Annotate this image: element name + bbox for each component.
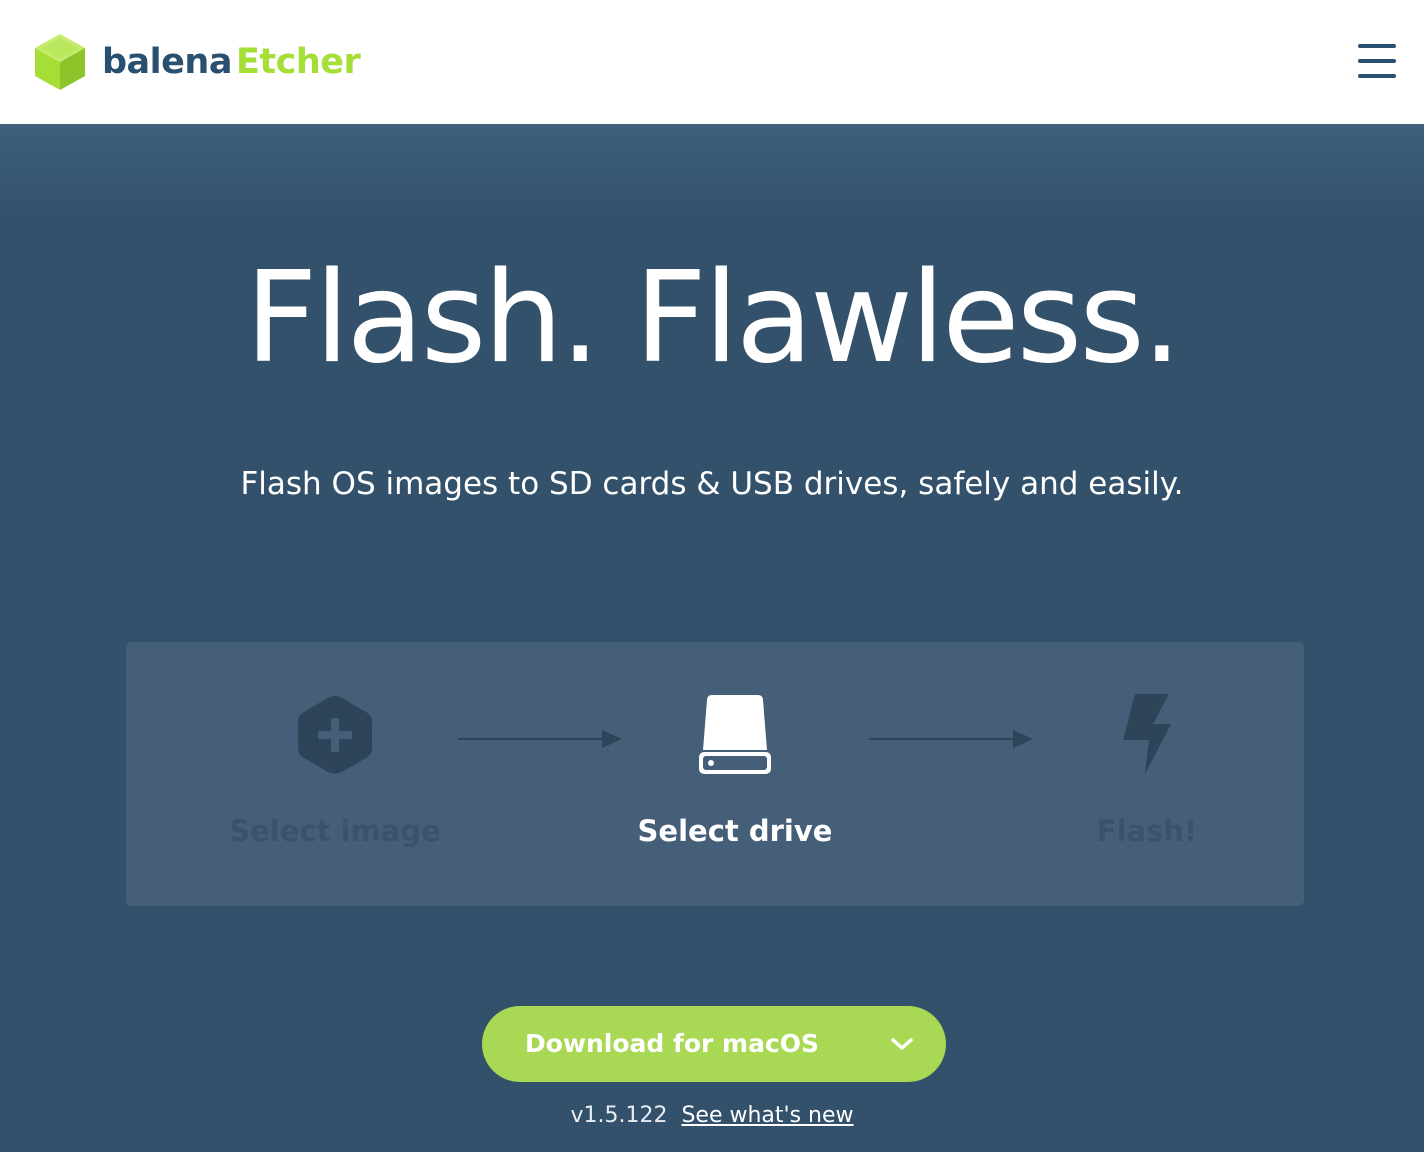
arrow-right-icon	[458, 730, 622, 748]
logo[interactable]: balena Etcher	[32, 32, 361, 92]
menu-line	[1358, 59, 1396, 63]
step-label-flash: Flash!	[1096, 814, 1198, 848]
menu-line	[1358, 74, 1396, 78]
version-info: v1.5.122 See what's new	[0, 1098, 1424, 1134]
download-button[interactable]: Download for macOS	[482, 1006, 946, 1082]
step-label-select-drive: Select drive	[637, 814, 833, 848]
step-select-drive[interactable]: Select drive	[605, 694, 865, 848]
hero-headline: Flash. Flawless.	[245, 244, 1182, 391]
whats-new-link[interactable]: See what's new	[681, 1103, 853, 1128]
version-number: v1.5.122	[570, 1103, 668, 1128]
arrow-right-icon	[869, 730, 1033, 748]
step-select-image[interactable]: Select image	[205, 694, 465, 848]
drive-icon	[699, 695, 771, 774]
step-label-select-image: Select image	[229, 814, 441, 848]
hero-subtitle: Flash OS images to SD cards & USB drives…	[240, 466, 1184, 502]
site-header: balena Etcher	[0, 0, 1424, 124]
menu-line	[1358, 44, 1396, 48]
cube-icon	[35, 34, 85, 90]
plus-hexagon-icon	[298, 696, 372, 774]
brand-name: balena Etcher	[102, 41, 361, 82]
chevron-down-icon[interactable]	[890, 1034, 914, 1054]
lightning-bolt-icon	[1123, 694, 1171, 774]
hamburger-menu-icon[interactable]	[1358, 44, 1396, 78]
brand-primary: balena	[102, 41, 232, 82]
brand-secondary: Etcher	[235, 41, 361, 82]
steps-panel: Select image Select drive Flash!	[126, 642, 1304, 906]
step-flash[interactable]: Flash!	[1017, 694, 1277, 848]
download-button-label: Download for macOS	[524, 1029, 820, 1058]
